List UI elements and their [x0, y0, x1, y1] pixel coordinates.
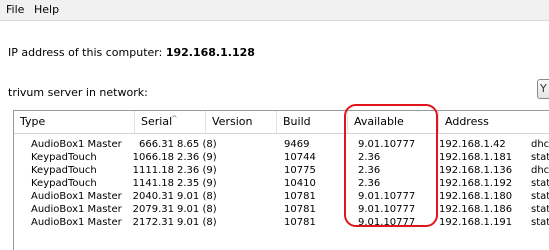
- sort-arrow-icon: ^: [171, 114, 178, 123]
- table-cell: stat: [531, 152, 549, 163]
- col-header-version[interactable]: Version: [206, 111, 277, 133]
- table-cell: 2.36: [358, 152, 381, 163]
- col-header-label: Address: [445, 115, 489, 128]
- table-cell: dhc: [531, 139, 549, 150]
- col-header-build[interactable]: Build: [277, 111, 348, 133]
- menu-file[interactable]: File: [6, 3, 24, 16]
- table-row[interactable]: AudioBox1 Master 2079.31 9.01 (8) 10781 …: [14, 203, 549, 216]
- table-cell: 1111.18: [132, 165, 174, 176]
- table-row[interactable]: KeypadTouch 1066.18 2.36 (9) 10744 2.36 …: [14, 151, 549, 164]
- table-row[interactable]: AudioBox1 Master 2040.31 9.01 (8) 10781 …: [14, 190, 549, 203]
- table-cell: 9.01.10777: [358, 139, 416, 150]
- col-header-label: Serial: [141, 115, 173, 128]
- table-cell: 8.65 (8): [177, 139, 217, 150]
- table-row[interactable]: AudioBox1 Master 666.31 8.65 (8) 9469 9.…: [14, 138, 549, 151]
- filter-button[interactable]: Y: [537, 79, 549, 99]
- table-cell: 192.168.1.42: [439, 139, 506, 150]
- table-cell: 192.168.1.136: [439, 165, 513, 176]
- table-cell: 10781: [284, 204, 316, 215]
- ip-address-label: IP address of this computer:: [8, 46, 163, 59]
- table-cell: stat: [531, 178, 549, 189]
- table-cell: 9.01.10777: [358, 217, 416, 228]
- table-cell: 192.168.1.186: [439, 204, 513, 215]
- table-cell: 2.36: [358, 178, 381, 189]
- table-cell: 10775: [284, 165, 316, 176]
- table-cell: 192.168.1.181: [439, 152, 513, 163]
- table-cell: dhc: [531, 165, 549, 176]
- table-cell: 9.01 (8): [177, 204, 217, 215]
- table-cell: 9.01 (8): [177, 191, 217, 202]
- table-cell: 192.168.1.192: [439, 178, 513, 189]
- table-cell: 9.01.10777: [358, 204, 416, 215]
- table-cell: stat: [531, 204, 549, 215]
- table-header: Type Serial ^ Version Build Available Add…: [14, 111, 549, 134]
- table-cell: 10781: [284, 217, 316, 228]
- table-cell: 10744: [284, 152, 316, 163]
- table-cell: 192.168.1.180: [439, 191, 513, 202]
- col-header-address[interactable]: Address: [439, 111, 549, 133]
- col-header-available[interactable]: Available: [348, 111, 439, 133]
- table-row[interactable]: KeypadTouch 1111.18 2.36 (9) 10775 2.36 …: [14, 164, 549, 177]
- table-row[interactable]: KeypadTouch 1141.18 2.35 (9) 10410 2.36 …: [14, 177, 549, 190]
- table-cell: 666.31: [139, 139, 174, 150]
- table-cell: 9.01 (8): [177, 217, 217, 228]
- ip-address-line: IP address of this computer: 192.168.1.1…: [8, 46, 255, 59]
- table-row[interactable]: AudioBox1 Master 2172.31 9.01 (8) 10781 …: [14, 216, 549, 229]
- table-cell: 2040.31: [132, 191, 174, 202]
- table-cell: 1141.18: [132, 178, 174, 189]
- table-cell: 2.36 (9): [177, 165, 217, 176]
- table-cell: 2.36 (9): [177, 152, 217, 163]
- table-cell: 9469: [284, 139, 310, 150]
- table-cell: stat: [531, 191, 549, 202]
- ip-address-value: 192.168.1.128: [165, 46, 255, 59]
- table-cell: 2.35 (9): [177, 178, 217, 189]
- table-cell: 1066.18: [132, 152, 174, 163]
- col-header-type[interactable]: Type: [14, 111, 135, 133]
- col-header-label: Available: [354, 115, 404, 128]
- table-cell: 192.168.1.191: [439, 217, 513, 228]
- table-cell: stat: [531, 217, 549, 228]
- table-cell: 2079.31: [132, 204, 174, 215]
- servers-label: trivum server in network:: [8, 86, 148, 99]
- menu-help[interactable]: Help: [34, 3, 59, 16]
- table-cell: 10781: [284, 191, 316, 202]
- table-cell: 2172.31: [132, 217, 174, 228]
- col-header-label: Version: [212, 115, 253, 128]
- table-cell: 10410: [284, 178, 316, 189]
- table-cell: 9.01.10777: [358, 191, 416, 202]
- col-header-label: Type: [20, 115, 46, 128]
- server-table: Type Serial ^ Version Build Available Add…: [13, 110, 549, 250]
- menu-bar: File Help: [0, 0, 549, 21]
- col-header-label: Build: [283, 115, 311, 128]
- table-cell: 2.36: [358, 165, 381, 176]
- col-header-serial[interactable]: Serial ^: [135, 111, 206, 133]
